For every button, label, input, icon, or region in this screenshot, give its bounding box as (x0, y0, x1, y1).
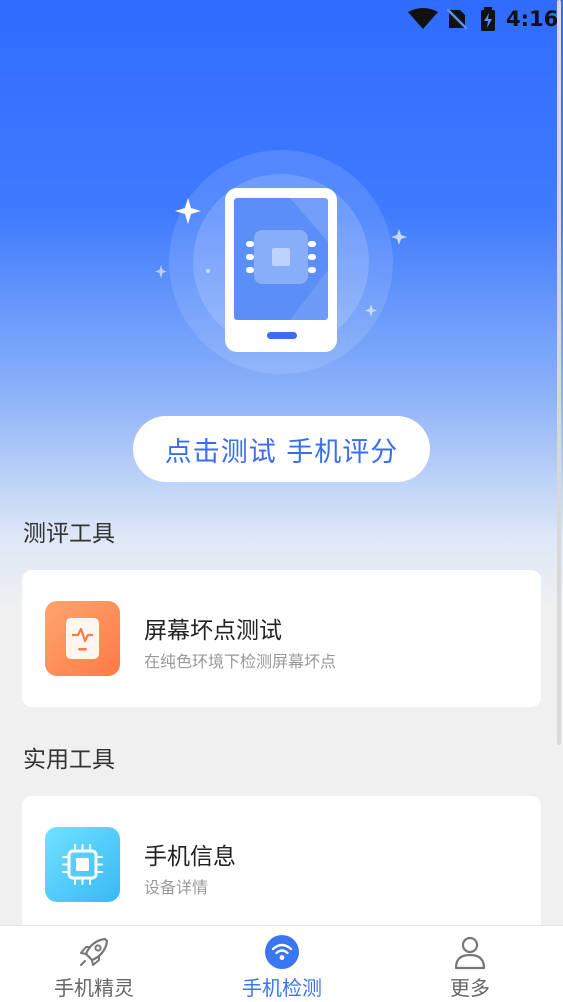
nav-item-phone-check[interactable]: 手机检测 (188, 926, 376, 1002)
scrollbar[interactable] (557, 0, 561, 745)
screen-pulse-icon (45, 601, 120, 676)
nav-label: 手机检测 (242, 976, 322, 1000)
card-screen-test[interactable]: 屏幕坏点测试 在纯色环境下检测屏幕坏点 (22, 570, 541, 707)
start-test-button[interactable]: 点击测试 手机评分 (133, 416, 430, 482)
clock: 4:16 (506, 7, 559, 31)
section-title-utility: 实用工具 (23, 747, 115, 773)
nav-label: 手机精灵 (54, 976, 134, 1000)
rocket-icon (80, 937, 109, 966)
card-subtitle: 设备详情 (144, 878, 209, 897)
phone-chip-icon (155, 150, 407, 374)
wifi-signal-icon (265, 935, 299, 969)
card-title: 手机信息 (144, 844, 236, 870)
user-icon (454, 936, 486, 970)
card-title: 屏幕坏点测试 (144, 618, 282, 644)
bottom-nav: 手机精灵 手机检测 更多 (0, 925, 563, 1002)
card-subtitle: 在纯色环境下检测屏幕坏点 (144, 652, 337, 671)
status-bar: 4:16 (0, 0, 563, 38)
nav-item-more[interactable]: 更多 (376, 926, 563, 1002)
section-title-evaluation: 测评工具 (23, 521, 115, 547)
nav-item-phone-wizard[interactable]: 手机精灵 (0, 926, 188, 1002)
no-sim-icon (447, 8, 467, 30)
battery-charging-icon (481, 7, 495, 31)
chip-icon (45, 827, 120, 902)
wifi-icon (408, 8, 438, 29)
nav-label: 更多 (450, 976, 490, 1000)
